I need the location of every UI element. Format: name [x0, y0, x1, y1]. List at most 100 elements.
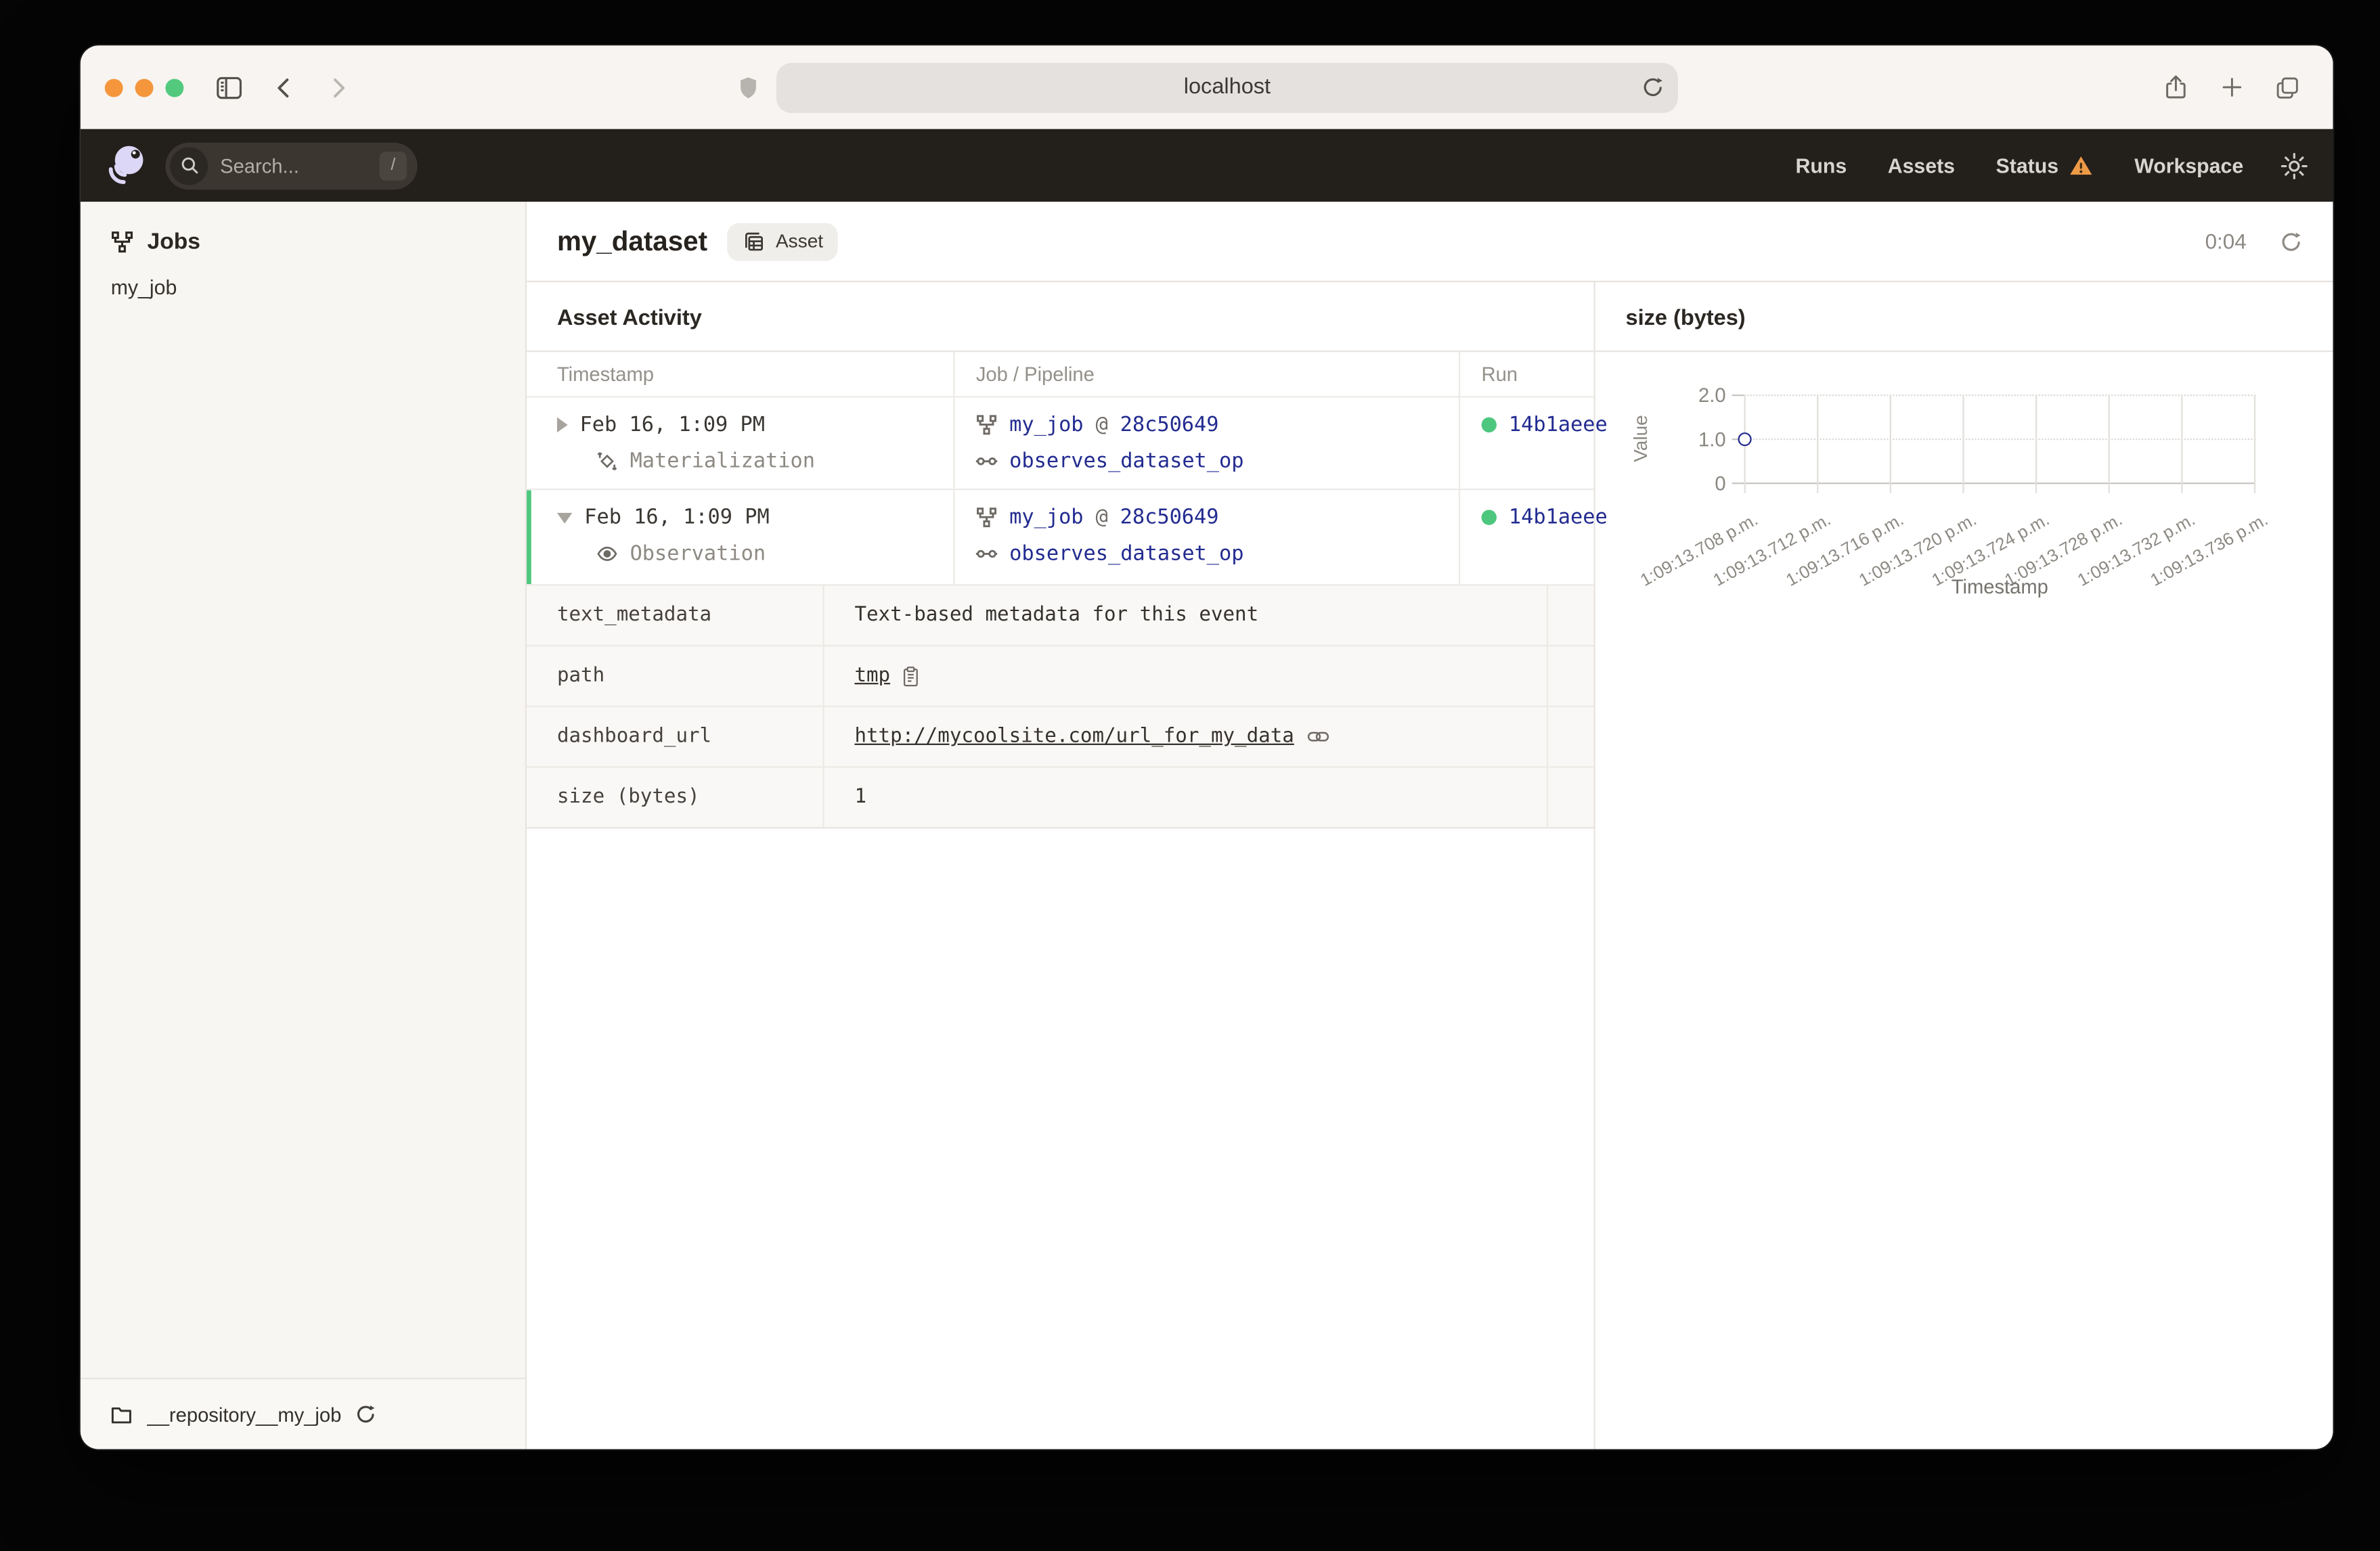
screen: localhost Search... / Runs Assets Status…	[0, 0, 2380, 1551]
dagster-logo[interactable]	[105, 143, 150, 188]
y-tick-label: 2.0	[1698, 384, 1726, 407]
reload-icon[interactable]	[1641, 76, 1665, 99]
event-timestamp: Feb 16, 1:09 PM	[579, 412, 765, 437]
search-input[interactable]: Search... /	[165, 141, 418, 189]
search-placeholder: Search...	[220, 154, 299, 177]
asset-tag-label: Asset	[775, 230, 824, 252]
copy-clipboard-icon[interactable]	[902, 665, 921, 686]
column-header-run: Run	[1481, 362, 1518, 386]
forward-button-icon[interactable]	[324, 72, 354, 103]
nav-link-assets[interactable]: Assets	[1888, 154, 1955, 177]
asset-activity-panel: Asset Activity Timestamp Job / Pipeline …	[527, 282, 1608, 1449]
job-icon	[976, 507, 997, 528]
browser-toolbar: localhost	[80, 45, 2333, 129]
browser-window: localhost Search... / Runs Assets Status…	[80, 45, 2333, 1449]
chart-title: size (bytes)	[1595, 282, 2333, 353]
event-type: Materialization	[630, 449, 815, 474]
repository-name: __repository__my_job	[147, 1403, 342, 1426]
expand-arrow-icon[interactable]	[556, 417, 568, 433]
asset-page-header: my_dataset Asset 0:04	[527, 202, 2333, 283]
search-shortcut-badge: /	[379, 151, 407, 180]
run-id-link[interactable]: 14b1aeee	[1509, 413, 1608, 437]
sidebar-toggle-icon[interactable]	[214, 72, 244, 103]
address-bar[interactable]: localhost	[776, 62, 1678, 112]
asset-activity-title: Asset Activity	[556, 306, 702, 331]
metadata-value: Text-based metadata for this event	[854, 604, 1259, 627]
job-link[interactable]: my_job	[1009, 413, 1083, 437]
tab-overview-icon[interactable]	[2272, 72, 2303, 103]
search-icon	[170, 146, 208, 185]
asset-icon	[743, 230, 766, 253]
column-header-timestamp: Timestamp	[527, 352, 955, 397]
asset-activity-table: Timestamp Job / Pipeline Run Feb 16, 1:0…	[527, 350, 1608, 829]
op-link[interactable]: observes_dataset_op	[1009, 542, 1243, 566]
nav-link-status[interactable]: Status	[1996, 154, 2094, 177]
folder-icon	[109, 1403, 133, 1426]
metadata-row: text_metadata Text-based metadata for th…	[527, 584, 1594, 645]
job-version-separator: @	[1095, 412, 1108, 437]
jobs-section-header: Jobs	[81, 202, 525, 255]
settings-gear-icon[interactable]	[2280, 151, 2309, 180]
page-title: my_dataset	[556, 225, 708, 256]
observation-eye-icon	[596, 543, 617, 564]
link-icon	[1306, 728, 1329, 745]
metadata-value: 1	[854, 786, 866, 809]
column-header-job-pipeline: Job / Pipeline	[954, 352, 1461, 397]
privacy-shield-icon[interactable]	[735, 73, 761, 102]
sidebar-item-my-job[interactable]: my_job	[81, 255, 525, 299]
materialization-icon	[596, 451, 617, 472]
op-link[interactable]: observes_dataset_op	[1009, 449, 1243, 474]
scatter-chart: 2.0 1.0 0 Value 1:09:13.708 p.m. 1:09:13…	[1595, 352, 2333, 1449]
timer-reload-icon[interactable]	[2280, 230, 2303, 253]
window-zoom-button[interactable]	[165, 78, 184, 97]
window-controls	[104, 78, 184, 97]
metadata-key: dashboard_url	[527, 706, 824, 767]
window-minimize-button[interactable]	[135, 78, 154, 97]
repository-reload-icon[interactable]	[355, 1403, 376, 1424]
op-icon	[975, 451, 998, 472]
job-version-separator: @	[1095, 505, 1108, 530]
jobs-section-title: Jobs	[147, 229, 201, 255]
dashboard-url-link[interactable]: http://mycoolsite.com/url_for_my_data	[854, 725, 1294, 748]
warning-triangle-icon	[2069, 155, 2094, 176]
nav-link-workspace[interactable]: Workspace	[2134, 154, 2243, 177]
run-status-dot	[1481, 510, 1497, 525]
nav-link-runs[interactable]: Runs	[1795, 154, 1847, 177]
back-button-icon[interactable]	[269, 72, 299, 103]
metadata-key: size (bytes)	[527, 767, 824, 828]
job-version-link[interactable]: 28c50649	[1120, 505, 1219, 530]
op-icon	[975, 543, 998, 564]
job-version-link[interactable]: 28c50649	[1120, 413, 1219, 437]
x-axis-label: Timestamp	[1951, 575, 2048, 598]
table-row: Feb 16, 1:09 PM Materialization my_job @…	[527, 396, 1608, 489]
jobs-sidebar: Jobs my_job __repository__my_job	[80, 202, 527, 1449]
run-status-dot	[1481, 417, 1497, 433]
workflow-icon	[111, 231, 134, 254]
new-tab-icon[interactable]	[2216, 72, 2247, 103]
window-close-button[interactable]	[104, 78, 123, 97]
table-header-row: Timestamp Job / Pipeline Run	[527, 352, 1593, 397]
share-icon[interactable]	[2160, 72, 2190, 103]
url-text: localhost	[1183, 74, 1271, 99]
repository-footer: __repository__my_job	[80, 1378, 525, 1449]
asset-tag: Asset	[727, 222, 839, 261]
job-link[interactable]: my_job	[1009, 505, 1083, 530]
run-id-link[interactable]: 14b1aeee	[1509, 505, 1608, 530]
app-nav-bar: Search... / Runs Assets Status Workspace	[80, 129, 2333, 202]
path-link[interactable]: tmp	[854, 665, 890, 688]
data-point	[1738, 432, 1752, 447]
event-type: Observation	[630, 541, 766, 566]
x-tick-label: 1:09:13.708 p.m.	[1637, 511, 1762, 591]
y-tick-label: 0	[1715, 472, 1726, 495]
collapse-arrow-icon[interactable]	[556, 512, 573, 523]
metadata-row: size (bytes) 1	[527, 766, 1594, 828]
y-axis-label: Value	[1630, 415, 1652, 462]
metadata-key: text_metadata	[527, 585, 824, 645]
refresh-timer: 0:04	[2205, 229, 2247, 254]
metadata-key: path	[527, 646, 824, 706]
size-bytes-chart-panel: size (bytes) 2.0 1.0 0 Value 1:09:13.708…	[1593, 282, 2333, 1449]
event-timestamp: Feb 16, 1:09 PM	[584, 505, 770, 530]
metadata-row: dashboard_url http://mycoolsite.com/url_…	[527, 705, 1594, 767]
table-row: Feb 16, 1:09 PM Observation my_job @ 28c…	[527, 489, 1608, 585]
job-icon	[976, 414, 997, 435]
